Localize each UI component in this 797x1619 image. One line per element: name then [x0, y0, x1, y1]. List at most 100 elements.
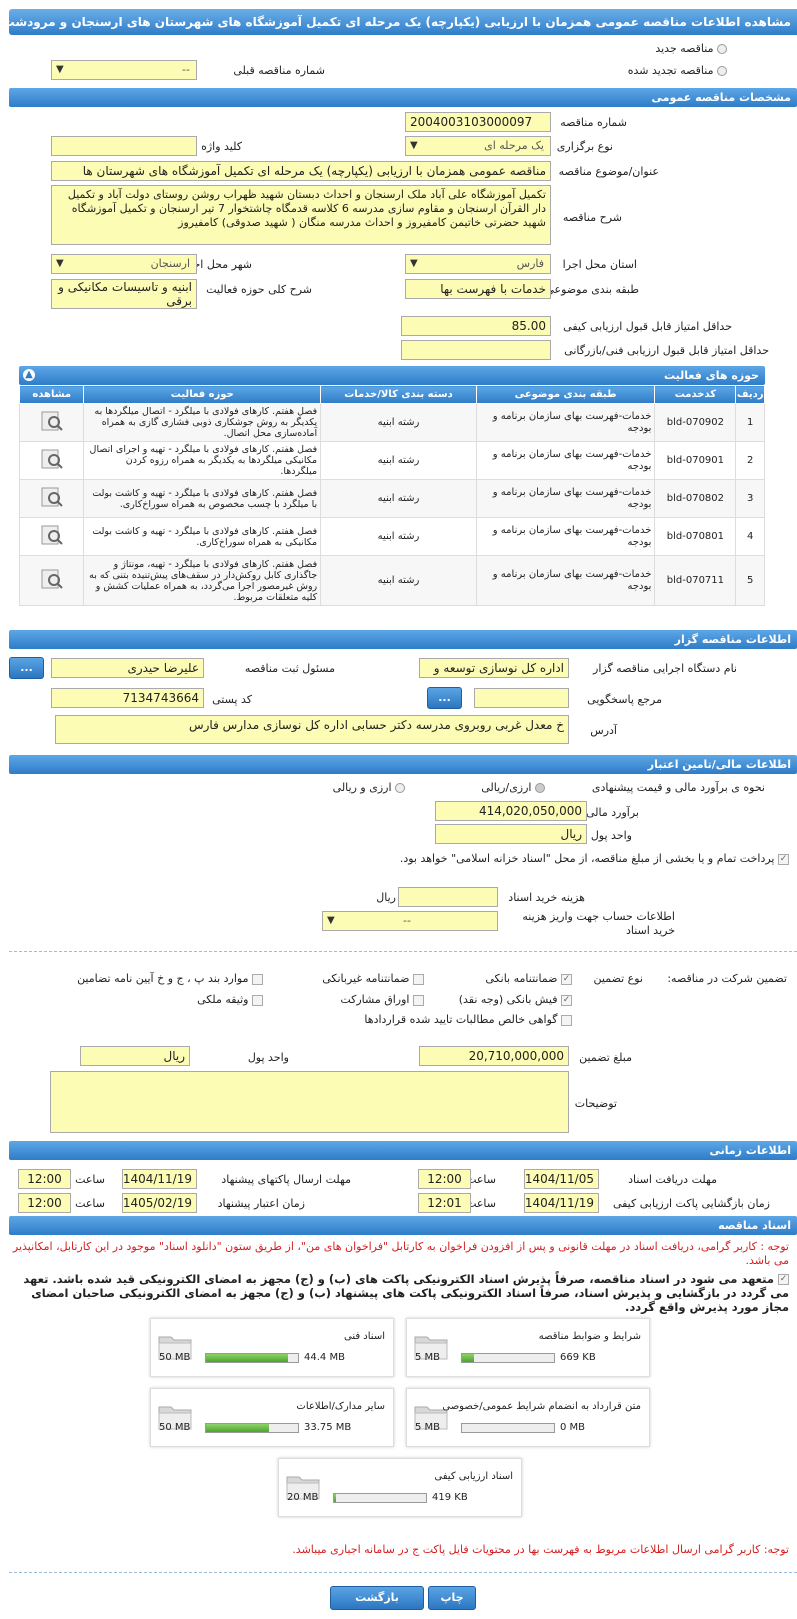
- file-progress-fill: [206, 1424, 269, 1432]
- doc-fee-field: [398, 887, 498, 907]
- receive-time: 12:00: [418, 1169, 471, 1189]
- min-tech-field: [401, 340, 551, 360]
- col-row: ردیف: [735, 385, 765, 404]
- file-card[interactable]: متن قرارداد به انضمام شرایط عمومی/خصوصی …: [406, 1388, 650, 1447]
- account-select[interactable]: -- ▼: [322, 911, 498, 931]
- renewed-tender-label: مناقصه تجدید شده: [627, 64, 714, 77]
- min-quality-field: 85.00: [401, 316, 551, 336]
- file-card[interactable]: شرایط و ضوابط مناقصه 669 KB 5 MB: [406, 1318, 650, 1377]
- bonds-text: اوراق مشارکت: [340, 993, 410, 1006]
- file-name: شرایط و ضوابط مناقصه: [538, 1331, 641, 1342]
- chevron-down-icon: ▼: [56, 258, 64, 269]
- file-max: 5 MB: [415, 1422, 441, 1433]
- row-activity: فصل هفتم. کارهای فولادی با میلگرد - اتصا…: [83, 403, 322, 442]
- method-option-1[interactable]: ارزی/ریالی: [481, 781, 545, 795]
- currency-label: واحد پول: [590, 829, 632, 842]
- file-name: متن قرارداد به انضمام شرایط عمومی/خصوصی: [442, 1401, 641, 1412]
- docs-note-2: ✓ متعهد می شود در اسناد مناقصه، صرفاً پذ…: [23, 1272, 789, 1314]
- file-card[interactable]: سایر مدارک/اطلاعات 33.75 MB 50 MB: [150, 1388, 394, 1447]
- treasury-note-text: پرداخت تمام و یا بخشی از مبلغ مناقصه، از…: [399, 852, 775, 865]
- file-progress-fill: [334, 1494, 336, 1502]
- account-label: اطلاعات حساب جهت واریز هزینه خرید اسناد: [522, 910, 675, 937]
- min-tech-label: حداقل امتیاز قابل قبول ارزیابی فنی/بازرگ…: [564, 344, 769, 357]
- keyword-field[interactable]: [51, 136, 197, 156]
- property-check[interactable]: وثیقه ملکی: [197, 993, 263, 1007]
- print-button[interactable]: چاپ: [428, 1586, 476, 1610]
- type-select[interactable]: یک مرحله ای ▼: [405, 136, 551, 156]
- file-card[interactable]: اسناد ارزیابی کیفی 419 KB 20 MB: [278, 1458, 522, 1517]
- table-row: 5 bld-070711 خدمات-فهرست بهای سازمان برنام…: [18, 555, 765, 606]
- row-group: رشته ابنیه: [320, 403, 477, 442]
- treasury-note: ✓ پرداخت تمام و یا بخشی از مبلغ مناقصه، …: [399, 852, 789, 865]
- number-field: 2004003103000097: [405, 112, 551, 132]
- prev-number-value: --: [182, 63, 190, 76]
- province-label: استان محل اجرا: [562, 258, 637, 271]
- new-tender-radio[interactable]: مناقصه جدید: [655, 42, 727, 56]
- file-name: اسناد فنی: [344, 1331, 385, 1342]
- file-card[interactable]: اسناد فنی 44.4 MB 50 MB: [150, 1318, 394, 1377]
- file-progress: [205, 1353, 299, 1363]
- view-icon[interactable]: [18, 517, 85, 556]
- page-title: مشاهده اطلاعات مناقصه عمومی همزمان با ار…: [9, 9, 797, 35]
- row-activity: فصل هفتم. کارهای فولادی با میلگرد - تهیه…: [83, 479, 322, 518]
- estimate-label: برآورد مالی: [586, 806, 639, 819]
- amount-unit-field: ریال: [80, 1046, 190, 1066]
- view-icon[interactable]: [18, 441, 85, 480]
- file-progress: [461, 1423, 555, 1433]
- method-option-2[interactable]: ارزی و ریالی: [333, 781, 405, 795]
- table-row: 2 bld-070901 خدمات-فهرست بهای سازمان برنام…: [18, 441, 765, 480]
- prev-number-select[interactable]: -- ▼: [51, 60, 197, 80]
- back-button[interactable]: بازگشت: [330, 1586, 424, 1610]
- row-number: 1: [735, 403, 765, 442]
- opt2-label: ارزی و ریالی: [332, 781, 392, 794]
- file-used: 44.4 MB: [304, 1352, 345, 1363]
- row-group: رشته ابنیه: [320, 441, 477, 480]
- table-row: 3 bld-070802 خدمات-فهرست بهای سازمان برنام…: [18, 479, 765, 518]
- city-select[interactable]: ارسنجان ▼: [51, 254, 197, 274]
- row-number: 2: [735, 441, 765, 480]
- account-value: --: [403, 914, 411, 927]
- ref-select-button[interactable]: ...: [427, 687, 462, 709]
- keyword-label: کلید واژه: [201, 140, 242, 153]
- collapse-icon[interactable]: ▲: [23, 369, 35, 381]
- docs-note-3: توجه: کاربر گرامی ارسال اطلاعات مربوط به…: [292, 1543, 789, 1556]
- postal-field: 7134743664: [51, 688, 204, 708]
- row-group: رشته ابنیه: [320, 479, 477, 518]
- receive-label: مهلت دریافت اسناد: [628, 1173, 717, 1186]
- timing-section-title: اطلاعات زمانی: [9, 1141, 797, 1160]
- type-value: یک مرحله ای: [484, 139, 544, 152]
- subject-label: عنوان/موضوع مناقصه: [558, 165, 659, 178]
- notes-field: [50, 1071, 569, 1133]
- resp-select-button[interactable]: ...: [9, 657, 44, 679]
- view-icon[interactable]: [18, 479, 85, 518]
- bank-guarantee-text: ضمانتنامه بانکی: [485, 972, 558, 985]
- category-field: خدمات با فهرست بها: [405, 279, 551, 299]
- file-used: 0 MB: [560, 1422, 586, 1433]
- ref-label: مرجع پاسخگویی: [587, 693, 662, 706]
- view-icon[interactable]: [18, 555, 85, 606]
- province-select[interactable]: فارس ▼: [405, 254, 551, 274]
- file-progress: [461, 1353, 555, 1363]
- row-activity: فصل هفتم. کارهای فولادی با میلگرد - تهیه…: [83, 555, 322, 606]
- table-row: 1 bld-070902 خدمات-فهرست بهای سازمان برنام…: [18, 403, 765, 442]
- bonds-check[interactable]: اوراق مشارکت: [340, 993, 424, 1007]
- nonbank-guarantee-check[interactable]: ضمانتنامه غیربانکی: [322, 972, 424, 986]
- cash-check[interactable]: ✓ فیش بانکی (وجه نقد): [459, 993, 572, 1007]
- other-guarantee-check[interactable]: موارد بند پ ، ج و خ آیین نامه تضامین: [77, 972, 263, 986]
- cert-check[interactable]: گواهی خالص مطالبات تایید شده قراردادها: [364, 1013, 572, 1027]
- new-tender-label: مناقصه جدید: [655, 42, 714, 55]
- general-section-title: مشخصات مناقصه عمومی: [9, 88, 797, 107]
- renewed-tender-radio[interactable]: مناقصه تجدید شده: [628, 64, 727, 78]
- currency-field: ریال: [435, 824, 587, 844]
- view-icon[interactable]: [18, 403, 85, 442]
- doc-fee-label: هزینه خرید اسناد: [508, 891, 585, 904]
- postal-label: کد پستی: [212, 693, 252, 706]
- file-progress-fill: [462, 1354, 474, 1362]
- file-used: 33.75 MB: [304, 1422, 352, 1433]
- cash-text: فیش بانکی (وجه نقد): [458, 993, 558, 1006]
- valid-label: زمان اعتبار پیشنهاد: [217, 1197, 305, 1210]
- bank-guarantee-check[interactable]: ✓ ضمانتنامه بانکی: [485, 972, 572, 986]
- ref-field: [474, 688, 569, 708]
- col-code: کدخدمت: [654, 385, 737, 404]
- file-used: 419 KB: [432, 1492, 468, 1503]
